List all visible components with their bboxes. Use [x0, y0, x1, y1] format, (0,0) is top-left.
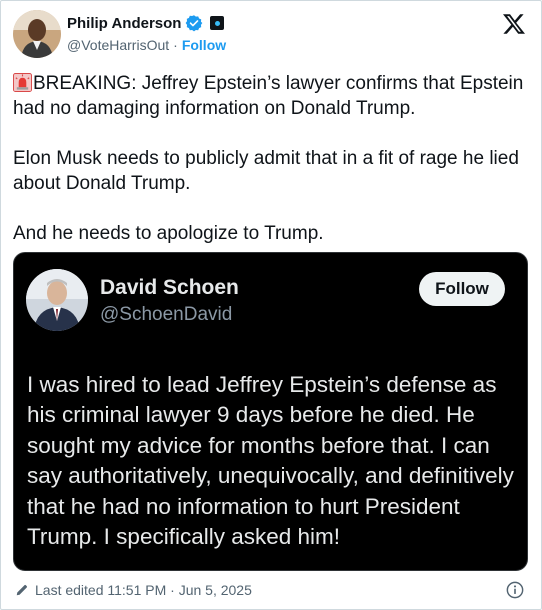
author-handle-row: @VoteHarrisOut · Follow: [67, 37, 226, 53]
follow-link[interactable]: Follow: [182, 37, 226, 53]
author-avatar[interactable]: [13, 10, 61, 58]
embedded-follow-button: Follow: [419, 272, 505, 306]
verified-badge-icon: [185, 14, 203, 32]
last-edited-link[interactable]: Last edited 11:51 PM · Jun 5, 2025: [35, 582, 252, 598]
author-display-name[interactable]: Philip Anderson: [67, 15, 181, 32]
embedded-author-avatar: [26, 269, 88, 331]
siren-emoji-icon: [13, 73, 32, 92]
affiliate-badge-icon: [210, 16, 225, 30]
tweet-media-image[interactable]: David Schoen @SchoenDavid Follow I was h…: [13, 252, 528, 571]
info-icon[interactable]: [506, 581, 524, 599]
tweet-footer: Last edited 11:51 PM · Jun 5, 2025: [15, 582, 252, 598]
tweet-paragraph-3: And he needs to apologize to Trump.: [13, 223, 324, 244]
pencil-icon: [15, 583, 29, 597]
embedded-author-handle: @SchoenDavid: [100, 304, 233, 325]
tweet-body: BREAKING: Jeffrey Epstein’s lawyer confi…: [13, 71, 533, 246]
tweet-embed-card: Philip Anderson @VoteHarrisOut · Follow: [0, 0, 542, 610]
embedded-author-name: David Schoen: [100, 276, 239, 299]
handle-separator: ·: [173, 37, 178, 53]
author-handle[interactable]: @VoteHarrisOut: [67, 37, 169, 53]
x-logo-icon[interactable]: [502, 12, 526, 36]
tweet-paragraph-2: Elon Musk needs to publicly admit that i…: [13, 148, 519, 194]
tweet-paragraph-1-text: BREAKING: Jeffrey Epstein’s lawyer confi…: [13, 73, 524, 119]
tweet-paragraph-1: BREAKING: Jeffrey Epstein’s lawyer confi…: [13, 71, 533, 121]
embedded-post-text: I was hired to lead Jeffrey Epstein’s de…: [27, 372, 514, 550]
author-name-row: Philip Anderson: [67, 14, 225, 32]
